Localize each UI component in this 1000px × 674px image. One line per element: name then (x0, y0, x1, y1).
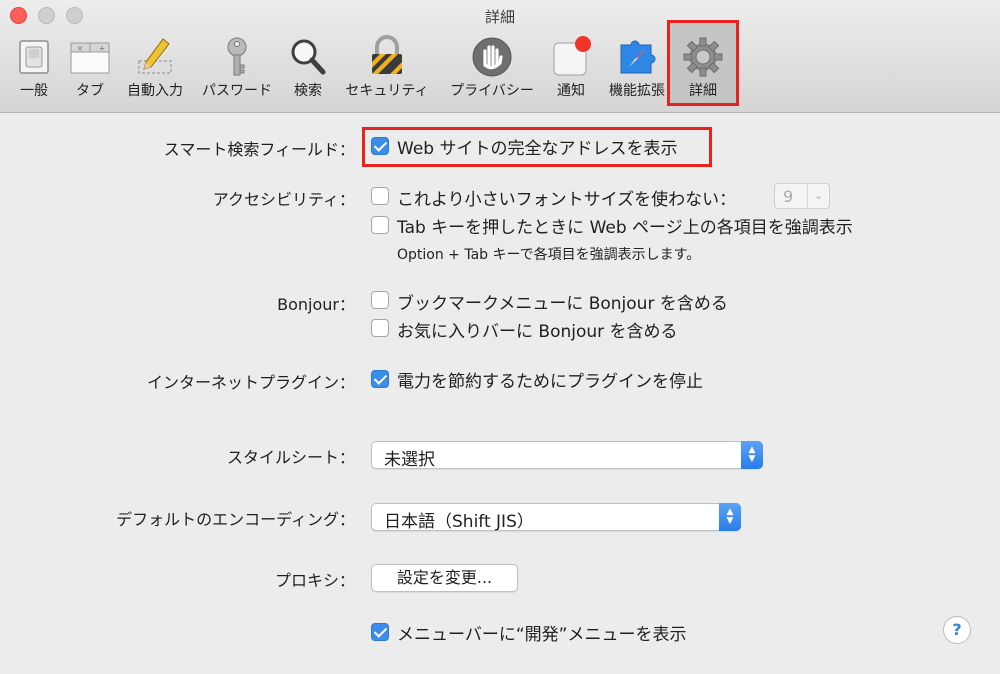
stylesheet-value: 未選択 (384, 450, 435, 470)
minimum-fontsize-text: これより小さいフォントサイズを使わない： (397, 190, 737, 210)
toolbar-item-label: 自動入力 (127, 83, 183, 99)
tab-highlight-text: Tab キーを押したときに Web ページ上の各項目を強調表示 (397, 218, 853, 238)
toolbar-item-label: 詳細 (689, 83, 717, 99)
preferences-window: 詳細 一般 × + タブ 自動入力 パスワード 検索 セキュリティ プライバシー… (0, 0, 1000, 674)
change-proxy-settings-button[interactable]: 設定を変更... (371, 564, 518, 592)
toolbar-item-label: 一般 (20, 83, 48, 99)
toolbar-item-search[interactable]: 検索 (283, 28, 333, 108)
default-encoding-label: デフォルトのエンコーディング： (116, 510, 355, 529)
show-develop-menu-text: メニューバーに“開発”メニューを表示 (397, 625, 687, 645)
toolbar-item-label: 通知 (557, 83, 585, 99)
toolbar-item-advanced[interactable]: 詳細 (670, 28, 736, 108)
minimum-fontsize-select[interactable]: 9 ⌄ (774, 183, 830, 209)
toolbar-item-privacy[interactable]: プライバシー (442, 28, 542, 108)
switch-icon (19, 40, 49, 74)
show-full-address-checkbox[interactable] (371, 137, 389, 155)
tabs-icon: × + (70, 42, 110, 74)
stop-plugins-checkbox[interactable] (371, 370, 389, 388)
bonjour-favorites-bar-text: お気に入りバーに Bonjour を含める (397, 322, 678, 342)
fontsize-value: 9 (783, 187, 794, 206)
stylesheet-popup[interactable]: 未選択 ▲ ▼ (371, 441, 763, 470)
toolbar-item-security[interactable]: セキュリティ (338, 28, 436, 108)
bonjour-favorites-bar-checkbox[interactable] (371, 319, 389, 337)
tab-highlight-checkbox[interactable] (371, 216, 389, 234)
key-icon (227, 37, 247, 76)
bonjour-label: Bonjour： (277, 295, 355, 314)
tab-highlight-note: Option + Tab キーで各項目を強調表示します。 (397, 247, 701, 263)
toolbar-item-label: セキュリティ (345, 83, 429, 99)
toolbar-item-label: 検索 (294, 83, 322, 99)
show-full-address-text: Web サイトの完全なアドレスを表示 (397, 139, 678, 159)
up-down-chevron-icon: ▲ ▼ (719, 503, 741, 531)
bonjour-bookmarks-menu-checkbox[interactable] (371, 291, 389, 309)
toolbar: 詳細 一般 × + タブ 自動入力 パスワード 検索 セキュリティ プライバシー… (0, 0, 1000, 113)
stylesheet-label: スタイルシート： (226, 448, 355, 467)
default-encoding-popup[interactable]: 日本語（Shift JIS） ▲ ▼ (371, 503, 741, 532)
toolbar-item-passwords[interactable]: パスワード (193, 28, 281, 108)
toolbar-item-label: 機能拡張 (609, 83, 665, 99)
stop-plugins-text: 電力を節約するためにプラグインを停止 (397, 372, 703, 392)
accessibility-label: アクセシビリティ： (212, 190, 355, 209)
encoding-value: 日本語（Shift JIS） (384, 512, 534, 532)
chevron-down-icon: ⌄ (807, 184, 829, 208)
toolbar-item-autofill[interactable]: 自動入力 (120, 28, 190, 108)
up-down-chevron-icon: ▲ ▼ (741, 441, 763, 469)
toolbar-item-notifications[interactable]: 通知 (548, 28, 594, 108)
magnifier-icon (291, 39, 326, 75)
svg-text:×: × (77, 45, 83, 53)
puzzle-compass-icon (620, 40, 656, 74)
internet-plugins-label: インターネットプラグイン： (146, 373, 355, 392)
padlock-icon (372, 35, 402, 74)
minimum-fontsize-checkbox[interactable] (371, 187, 389, 205)
toolbar-item-tabs[interactable]: × + タブ (63, 28, 117, 108)
toolbar-item-label: タブ (76, 83, 104, 99)
notification-icon (553, 36, 591, 76)
toolbar-item-label: パスワード (202, 83, 272, 99)
hand-icon (472, 37, 512, 77)
window-title: 詳細 (484, 8, 515, 26)
proxy-label: プロキシ： (274, 571, 355, 590)
help-button[interactable]: ? (943, 616, 971, 644)
toolbar-item-general[interactable]: 一般 (5, 28, 63, 108)
gear-icon (683, 37, 723, 77)
toolbar-item-extensions[interactable]: 機能拡張 (604, 28, 670, 108)
smart-search-label: スマート検索フィールド： (163, 140, 355, 159)
pencil-icon (138, 38, 172, 74)
bonjour-bookmarks-menu-text: ブックマークメニューに Bonjour を含める (397, 294, 728, 314)
toolbar-item-label: プライバシー (450, 83, 534, 99)
show-develop-menu-checkbox[interactable] (371, 623, 389, 641)
svg-text:+: + (99, 45, 105, 53)
